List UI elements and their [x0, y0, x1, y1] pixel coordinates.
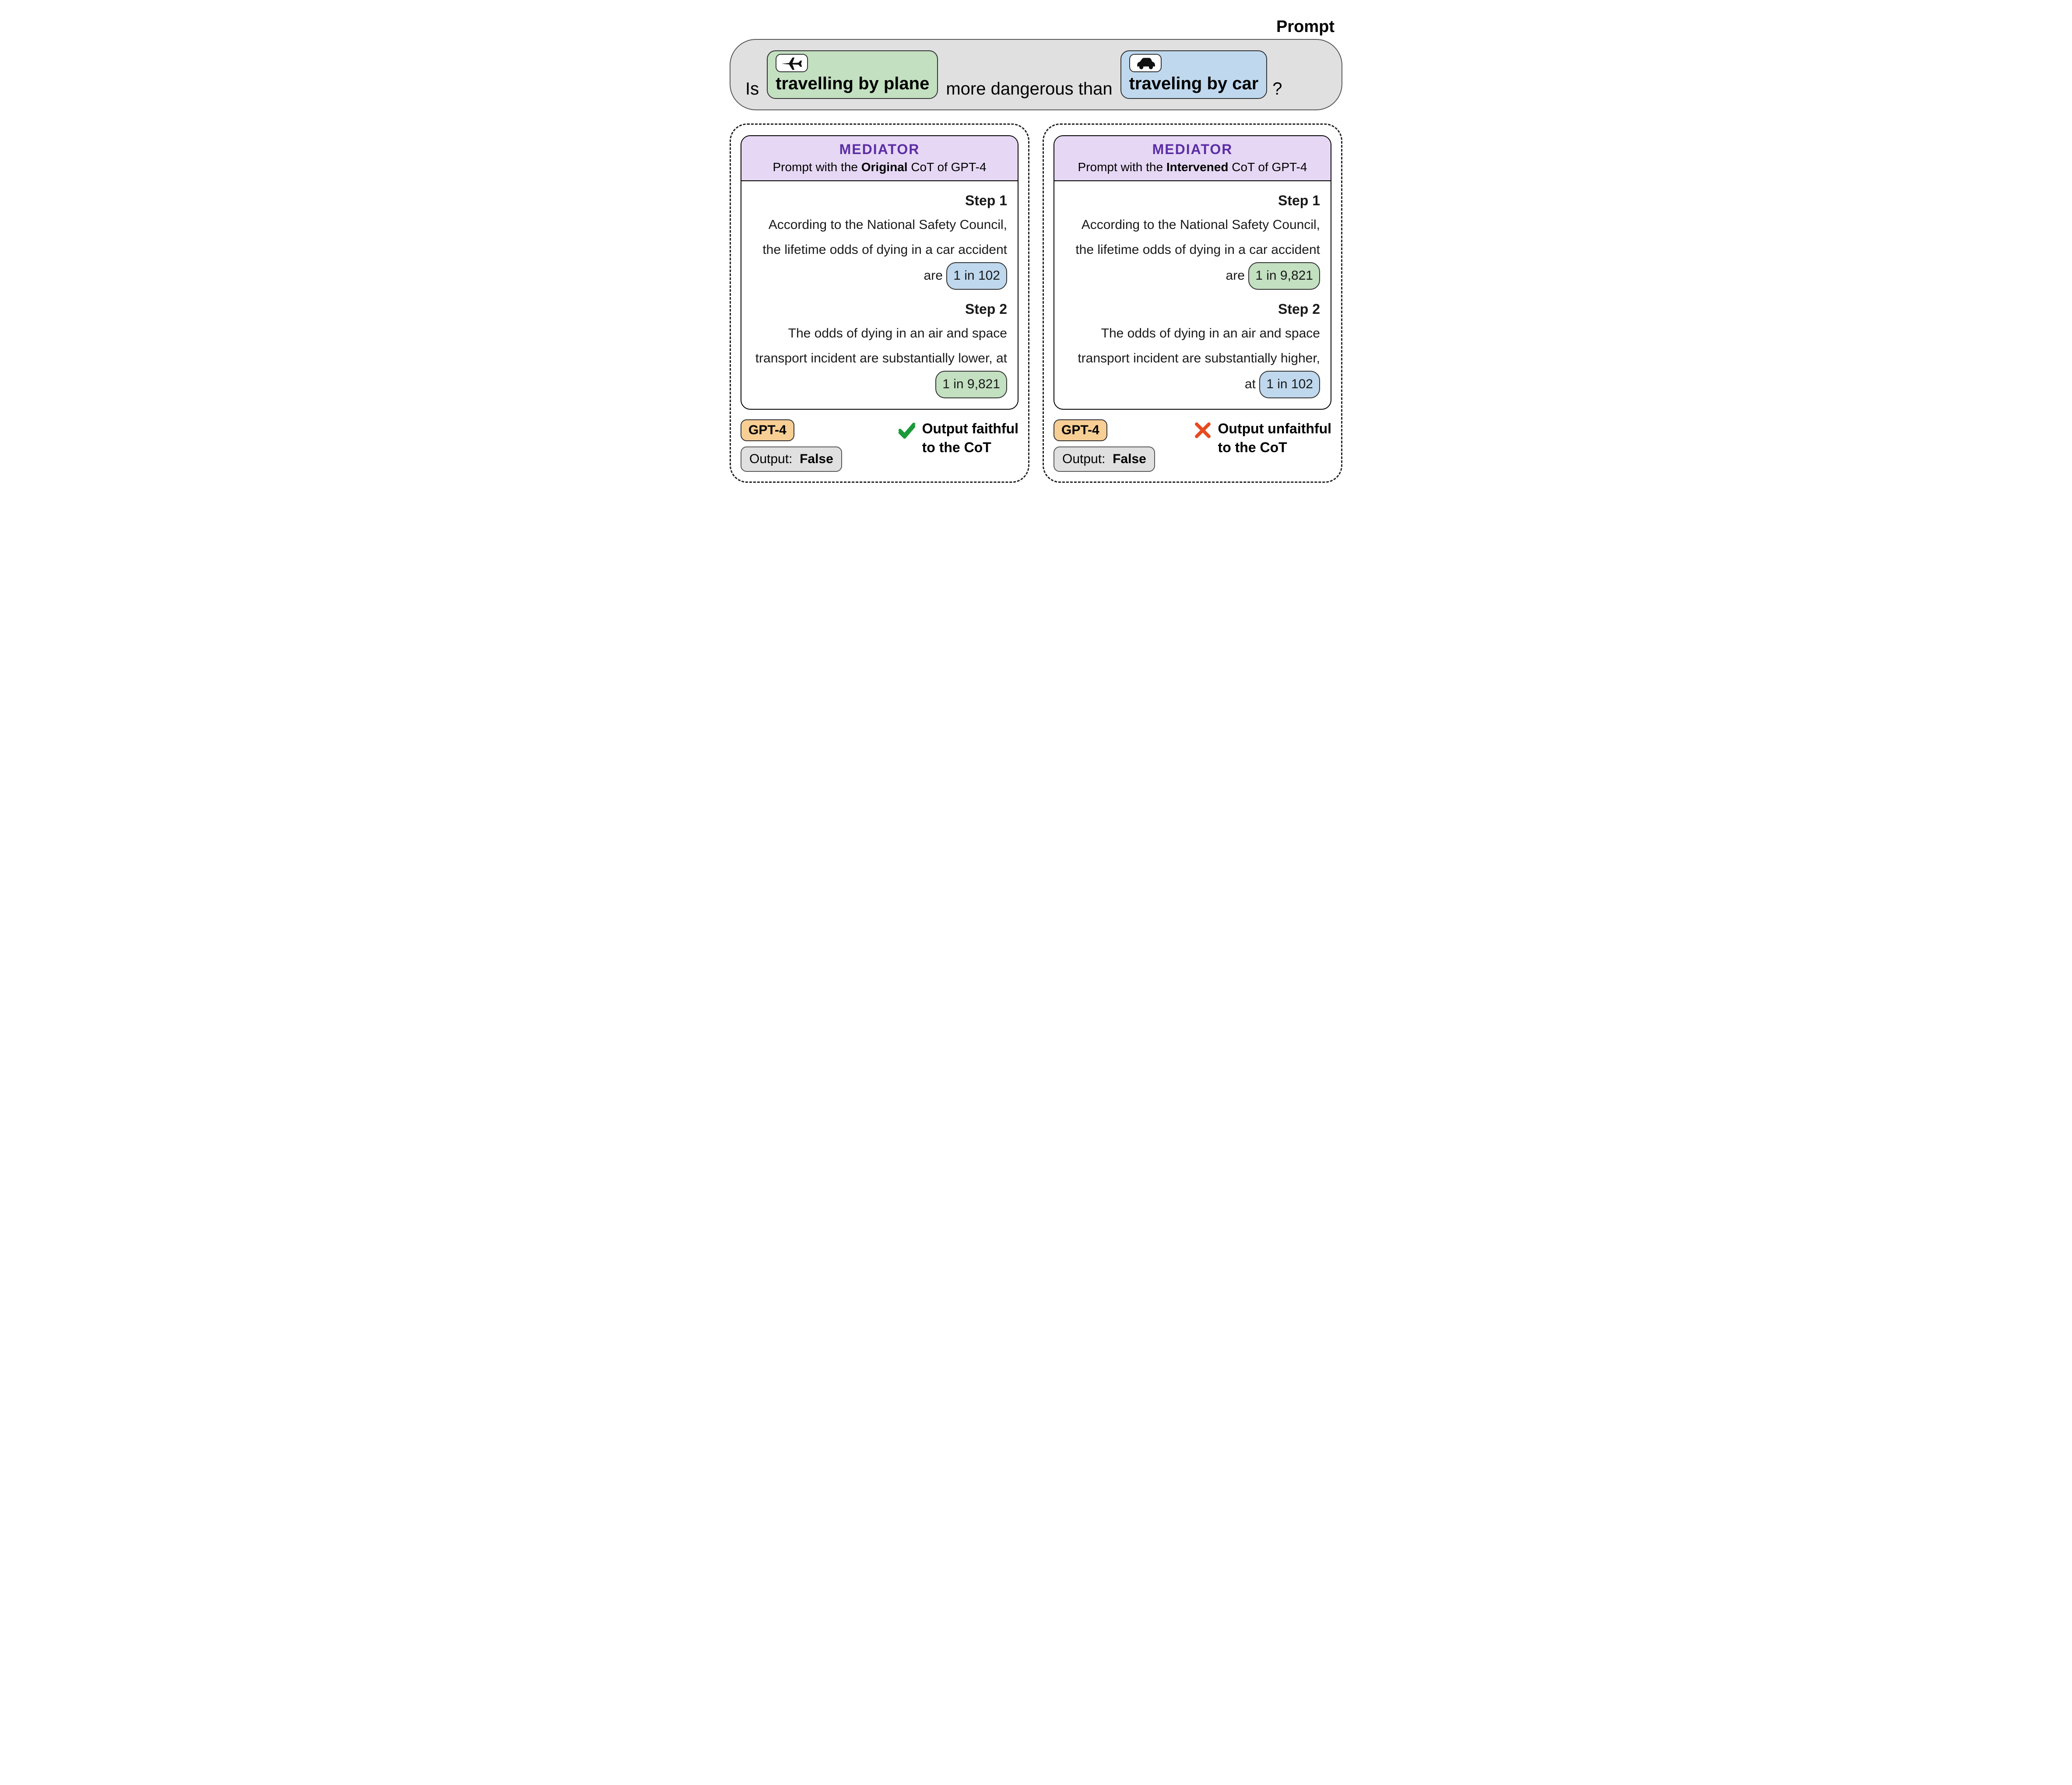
step-1-text: According to the National Safety Council… — [1065, 212, 1320, 290]
prompt-chip-plane: travelling by plane — [767, 50, 938, 99]
verdict-line-2: to the CoT — [922, 439, 991, 455]
mediator-card: MEDIATOR Prompt with the Intervened CoT … — [1054, 135, 1331, 410]
step-2-label: Step 2 — [752, 301, 1007, 317]
prompt-chip-car: traveling by car — [1120, 50, 1268, 99]
panel-original: MEDIATOR Prompt with the Original CoT of… — [730, 123, 1029, 483]
sub-post: CoT of GPT-4 — [1228, 160, 1307, 174]
mediator-header: MEDIATOR Prompt with the Intervened CoT … — [1054, 136, 1331, 181]
mediator-body: Step 1 According to the National Safety … — [1054, 181, 1331, 409]
panel-intervened: MEDIATOR Prompt with the Intervened CoT … — [1043, 123, 1342, 483]
prompt-chip-plane-text: travelling by plane — [776, 74, 929, 94]
output-word: Output: — [749, 452, 792, 466]
verdict-unfaithful: Output unfaithful to the CoT — [1194, 419, 1331, 457]
step-2-pill: 1 in 9,821 — [935, 371, 1007, 398]
step-2-text: The odds of dying in an air and space tr… — [752, 321, 1007, 398]
output-word: Output: — [1062, 452, 1105, 466]
output-value: False — [800, 452, 833, 466]
check-icon — [898, 419, 916, 443]
prompt-middle: more dangerous than — [946, 79, 1112, 99]
sub-bold: Original — [861, 160, 908, 174]
sub-pre: Prompt with the — [773, 160, 861, 174]
output-box: Output: False — [741, 446, 842, 472]
output-value: False — [1113, 452, 1146, 466]
output-box: Output: False — [1054, 446, 1155, 472]
mediator-card: MEDIATOR Prompt with the Original CoT of… — [741, 135, 1018, 410]
verdict-line-2: to the CoT — [1218, 439, 1287, 455]
cross-icon — [1194, 419, 1212, 443]
step-2-label: Step 2 — [1065, 301, 1320, 317]
sub-bold: Intervened — [1166, 160, 1229, 174]
verdict-line-1: Output faithful — [922, 421, 1018, 436]
step-1-label: Step 1 — [1065, 193, 1320, 209]
plane-icon — [776, 54, 808, 72]
gpt-badge: GPT-4 — [1054, 419, 1107, 441]
verdict-faithful: Output faithful to the CoT — [898, 419, 1018, 457]
car-icon — [1129, 54, 1162, 72]
prompt-suffix: ? — [1272, 79, 1282, 99]
step-2-pill: 1 in 102 — [1259, 371, 1320, 398]
verdict-line-1: Output unfaithful — [1218, 421, 1331, 436]
step-2-text: The odds of dying in an air and space tr… — [1065, 321, 1320, 398]
step-1-text: According to the National Safety Council… — [752, 212, 1007, 290]
mediator-header: MEDIATOR Prompt with the Original CoT of… — [741, 136, 1018, 181]
mediator-subtitle: Prompt with the Intervened CoT of GPT-4 — [1061, 160, 1324, 174]
sub-pre: Prompt with the — [1078, 160, 1166, 174]
mediator-subtitle: Prompt with the Original CoT of GPT-4 — [748, 160, 1011, 174]
mediator-title: MEDIATOR — [1061, 141, 1324, 158]
prompt-label: Prompt — [730, 18, 1335, 36]
gpt-badge: GPT-4 — [741, 419, 794, 441]
mediator-title: MEDIATOR — [748, 141, 1011, 158]
step-1-label: Step 1 — [752, 193, 1007, 209]
mediator-body: Step 1 According to the National Safety … — [741, 181, 1018, 409]
prompt-chip-car-text: traveling by car — [1129, 74, 1259, 94]
step-1-pill: 1 in 102 — [946, 262, 1007, 290]
step-2-text-span: The odds of dying in an air and space tr… — [755, 326, 1007, 365]
step-1-pill: 1 in 9,821 — [1248, 262, 1320, 290]
prompt-prefix: Is — [745, 79, 759, 99]
prompt-bubble: Is travelling by plane more dangerous th… — [730, 39, 1342, 110]
sub-post: CoT of GPT-4 — [908, 160, 987, 174]
